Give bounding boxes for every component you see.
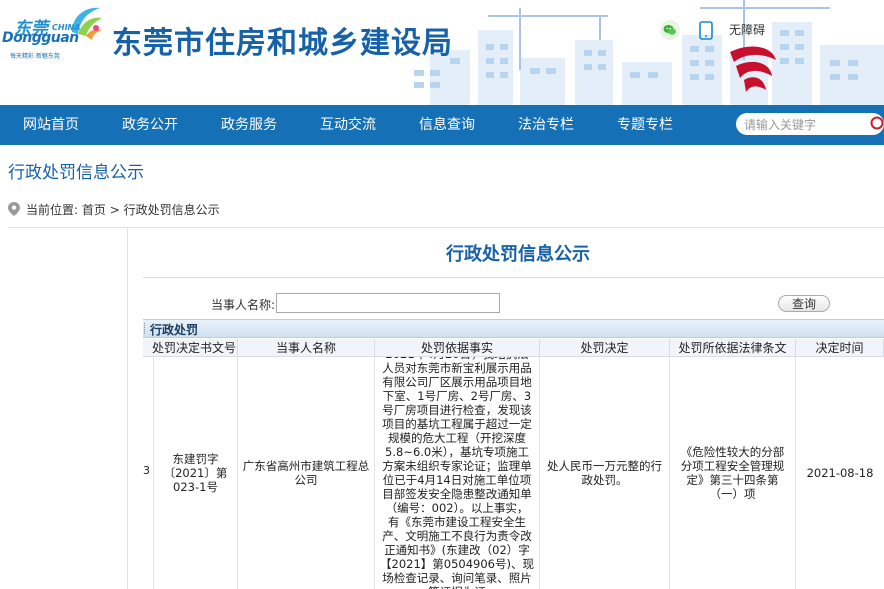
- page-title: 行政处罚信息公示: [8, 163, 144, 183]
- breadcrumb: 当前位置: 首页 > 行政处罚信息公示: [8, 201, 220, 218]
- nav-item-interaction[interactable]: 互动交流: [320, 105, 376, 145]
- city-skyline-banner: [400, 0, 884, 105]
- col-header-date[interactable]: 决定时间: [796, 339, 884, 357]
- mobile-icon[interactable]: [699, 21, 713, 40]
- accessibility-link[interactable]: 无障碍: [729, 21, 765, 38]
- cell-facts: 2021年4月20日，我站执法人员对东莞市新宝利展示用品有限公司厂区展示用品项目…: [375, 357, 540, 589]
- content-divider: [8, 227, 884, 228]
- search-icon[interactable]: [870, 116, 884, 130]
- col-header-decision[interactable]: 处罚决定: [540, 339, 670, 357]
- site-title: 东莞市住房和城乡建设局: [112, 26, 453, 61]
- title-rule: [143, 277, 884, 278]
- row-index: 3: [143, 464, 150, 477]
- nav-item-legal[interactable]: 法治专栏: [518, 105, 574, 145]
- content-title: 行政处罚信息公示: [446, 244, 590, 265]
- cell-law: 《危险性较大的分部分项工程安全管理规定》第三十四条第（一）项: [670, 357, 796, 589]
- nav-item-special[interactable]: 专题专栏: [617, 105, 673, 145]
- col-header-facts[interactable]: 处罚依据事实: [375, 339, 540, 357]
- section-title: 行政处罚: [150, 323, 199, 337]
- grip-icon: [144, 323, 148, 334]
- breadcrumb-prefix: 当前位置:: [26, 203, 79, 217]
- nav-item-gov-affairs[interactable]: 政务公开: [122, 105, 178, 145]
- wechat-icon[interactable]: [660, 20, 680, 40]
- location-pin-icon: [8, 202, 20, 216]
- col-header-law[interactable]: 处罚所依据法律条文: [670, 339, 796, 357]
- nav-item-info-query[interactable]: 信息查询: [419, 105, 475, 145]
- query-button[interactable]: 查询: [778, 295, 830, 312]
- search-placeholder: 请输入关键字: [744, 118, 817, 132]
- cell-doc-no: 东建罚字〔2021〕第023-1号: [153, 357, 238, 589]
- cell-party: 广东省高州市建筑工程总公司: [238, 357, 375, 589]
- col-header-doc-no[interactable]: 处罚决定书文号: [143, 339, 238, 357]
- dongguan-logo[interactable]: 东莞 CHINA Dongguan 每天精彩 新魅东莞: [0, 0, 108, 70]
- site-header: 东莞 CHINA Dongguan 每天精彩 新魅东莞 东莞市住房和城乡建设局 …: [0, 0, 884, 105]
- nav-item-gov-services[interactable]: 政务服务: [221, 105, 277, 145]
- cell-decision: 处人民币一万元整的行政处罚。: [540, 357, 670, 589]
- party-name-input[interactable]: [276, 293, 500, 313]
- breadcrumb-separator: >: [109, 203, 120, 217]
- breadcrumb-current[interactable]: 行政处罚信息公示: [124, 203, 220, 217]
- party-name-label: 当事人名称:: [211, 298, 276, 312]
- nav-item-home[interactable]: 网站首页: [23, 105, 79, 145]
- cell-date: 2021-08-18: [806, 466, 874, 480]
- sidebar-divider: [127, 228, 128, 589]
- breadcrumb-home[interactable]: 首页: [82, 203, 106, 217]
- logo-slogan-text: 每天精彩 新魅东莞: [10, 53, 60, 60]
- logo-english-text: Dongguan: [2, 30, 79, 46]
- section-header: 行政处罚: [143, 319, 884, 338]
- col-header-party[interactable]: 当事人名称: [238, 339, 375, 357]
